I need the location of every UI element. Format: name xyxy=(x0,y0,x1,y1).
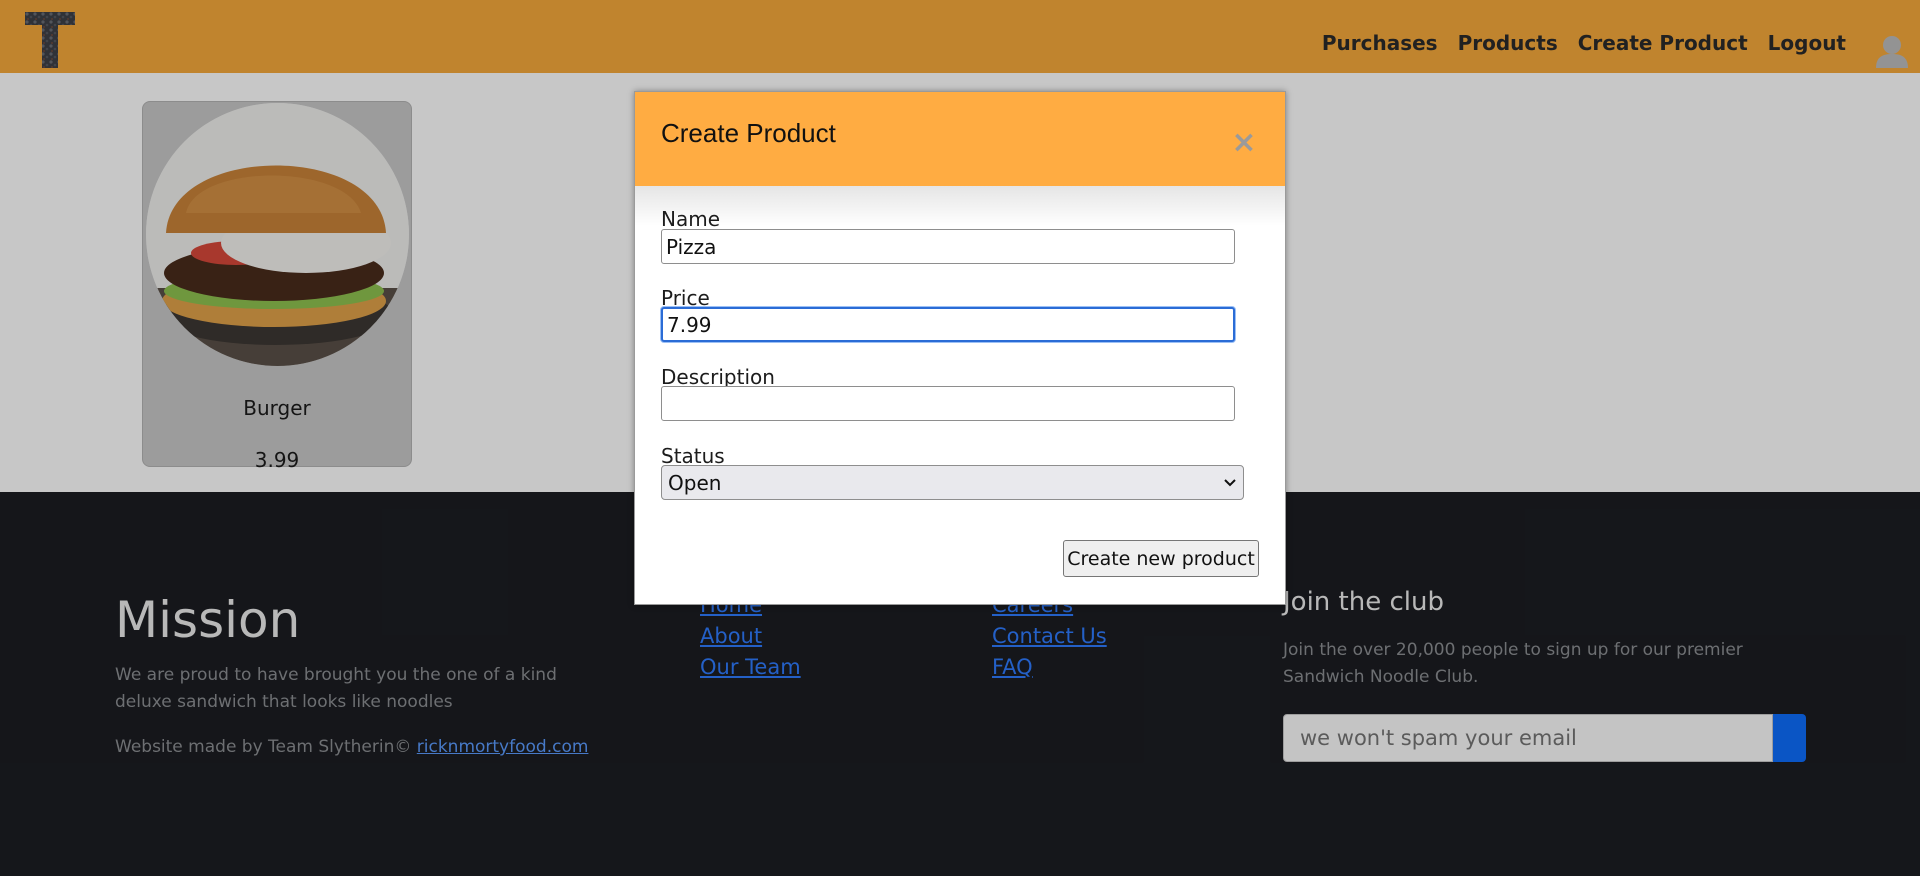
status-selected-value: Open xyxy=(668,470,722,495)
modal-title: Create Product xyxy=(661,118,836,148)
price-input[interactable] xyxy=(661,307,1235,342)
chevron-down-icon xyxy=(1224,478,1236,486)
modal-header: Create Product × xyxy=(635,92,1285,226)
name-label: Name xyxy=(661,207,721,231)
create-new-product-button[interactable]: Create new product xyxy=(1063,540,1259,577)
create-product-modal: Create Product × Name Price Description … xyxy=(634,91,1286,605)
close-icon[interactable]: × xyxy=(1229,128,1259,158)
name-input[interactable] xyxy=(661,229,1235,264)
status-select[interactable]: Open xyxy=(661,465,1244,500)
description-input[interactable] xyxy=(661,386,1235,421)
